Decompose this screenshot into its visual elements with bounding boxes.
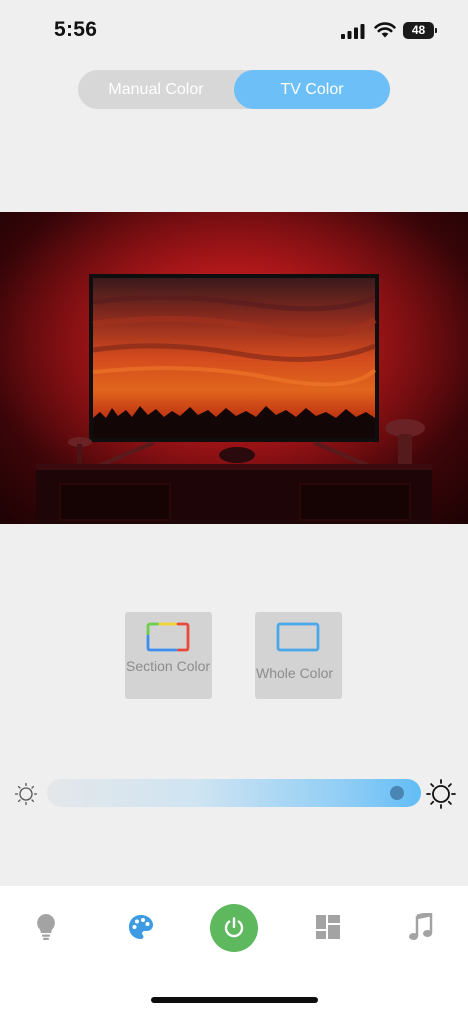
bottom-tab-bar bbox=[0, 886, 468, 1013]
signal-icon bbox=[341, 24, 365, 39]
power-button[interactable] bbox=[210, 904, 258, 952]
home-indicator bbox=[151, 997, 318, 1003]
scenes-icon[interactable] bbox=[316, 915, 340, 939]
mode-switch: Manual Color TV Color bbox=[78, 70, 390, 109]
section-color-button[interactable]: Section Color bbox=[125, 612, 212, 699]
section-color-icon bbox=[146, 622, 190, 652]
battery-icon: 48 bbox=[403, 22, 437, 39]
tv-backlight-photo bbox=[0, 212, 468, 524]
sun-small-icon bbox=[14, 782, 38, 806]
brightness-slider-thumb[interactable] bbox=[389, 786, 404, 800]
brightness-slider[interactable] bbox=[47, 779, 421, 807]
palette-icon[interactable] bbox=[127, 913, 155, 941]
wifi-icon bbox=[374, 22, 396, 38]
whole-color-label: Whole Color bbox=[256, 665, 334, 681]
tab-manual-color[interactable]: Manual Color bbox=[78, 70, 234, 109]
section-color-label: Section Color bbox=[126, 658, 211, 674]
status-time: 5:56 bbox=[54, 18, 98, 41]
status-bar: 5:56 48 bbox=[0, 0, 468, 62]
music-note-icon[interactable] bbox=[409, 913, 433, 941]
whole-color-button[interactable]: Whole Color bbox=[255, 612, 342, 699]
bulb-icon[interactable] bbox=[34, 912, 58, 942]
whole-color-icon bbox=[276, 622, 320, 652]
sun-large-icon bbox=[426, 779, 456, 809]
power-icon bbox=[224, 917, 244, 938]
tab-tv-color[interactable]: TV Color bbox=[234, 70, 390, 109]
